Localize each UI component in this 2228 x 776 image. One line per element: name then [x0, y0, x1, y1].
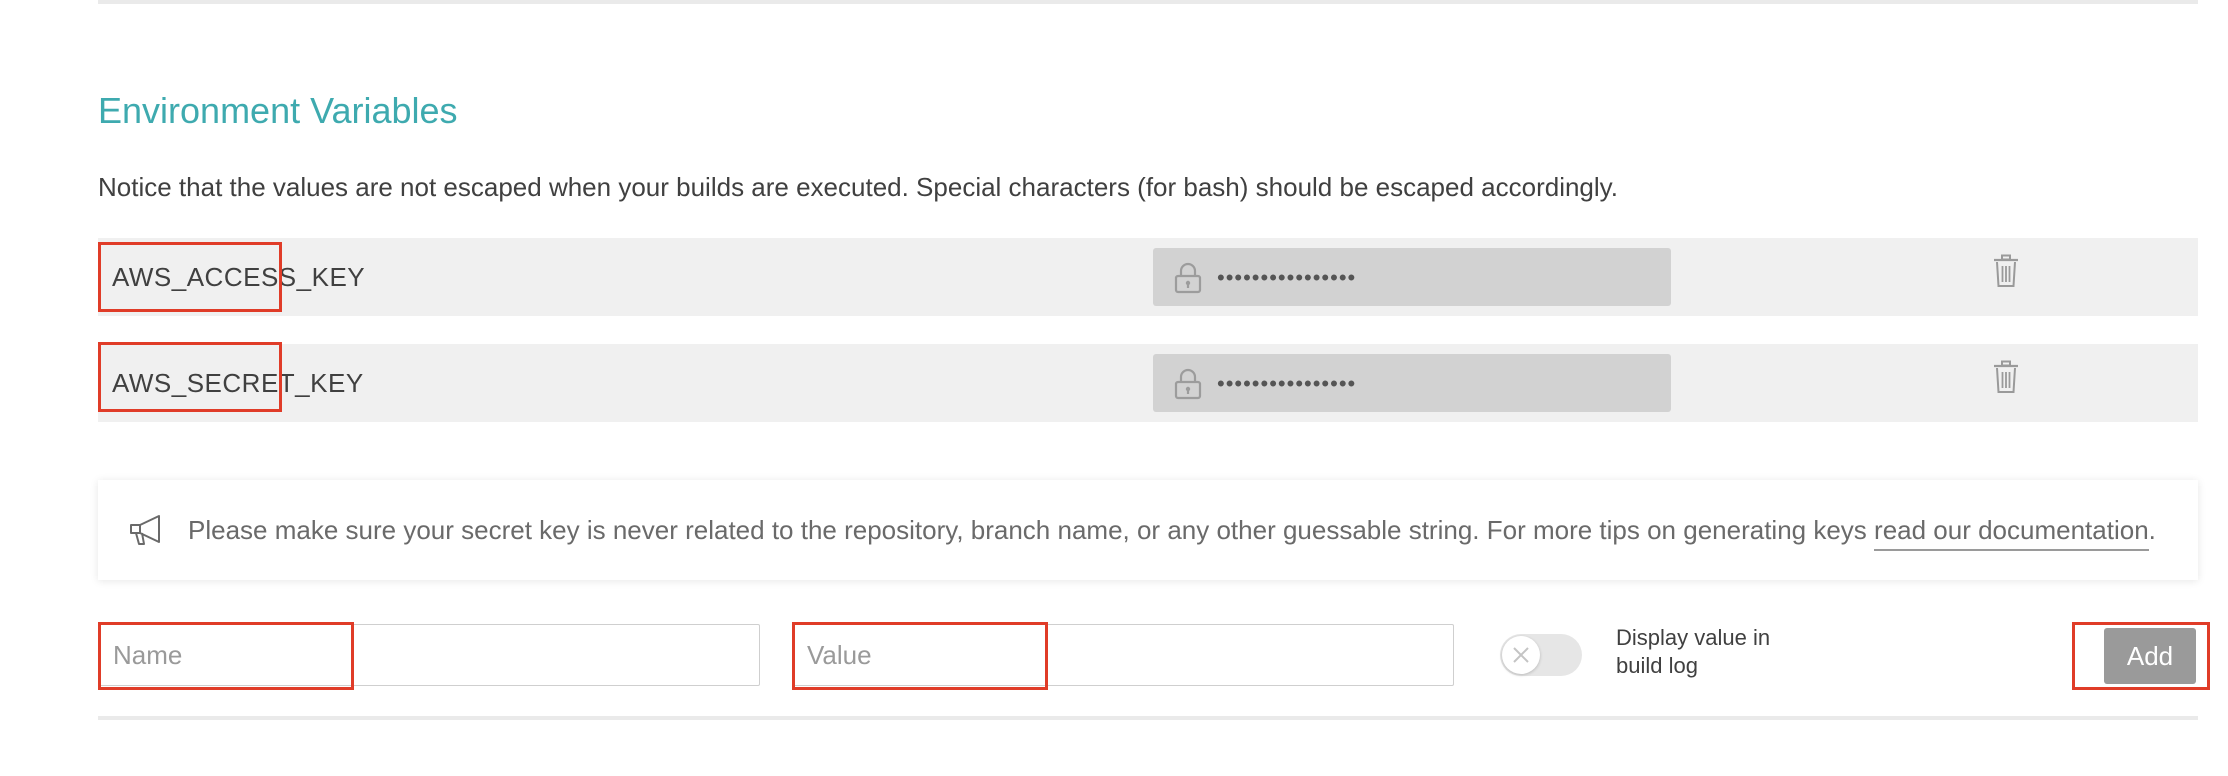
name-input[interactable] [98, 624, 760, 686]
tip-suffix: . [2148, 515, 2156, 545]
tip-text: Please make sure your secret key is neve… [188, 480, 2156, 580]
lock-icon [1174, 262, 1202, 294]
env-var-name: AWS_ACCESS_KEY [112, 262, 366, 292]
toggle-knob [1502, 636, 1540, 674]
top-divider [98, 0, 2198, 4]
megaphone-icon [130, 515, 160, 545]
escape-notice: Notice that the values are not escaped w… [98, 172, 1618, 202]
close-icon [1513, 647, 1529, 663]
add-button[interactable]: Add [2104, 628, 2196, 684]
env-var-row: AWS_SECRET_KEY •••••••••••••••• [98, 342, 2198, 422]
masked-value: •••••••••••••••• [1217, 371, 1357, 396]
env-var-name: AWS_SECRET_KEY [112, 368, 364, 398]
masked-value: •••••••••••••••• [1217, 265, 1357, 290]
tip-message: Please make sure your secret key is neve… [188, 515, 1875, 545]
value-input[interactable] [792, 624, 1454, 686]
display-value-toggle[interactable] [1500, 634, 1582, 676]
trash-icon[interactable] [1993, 360, 2019, 394]
section-title: Environment Variables [98, 90, 458, 131]
display-value-label: Display value in build log [1616, 625, 1771, 678]
lock-icon [1174, 368, 1202, 400]
security-tip: Please make sure your secret key is neve… [98, 480, 2198, 580]
env-var-value: •••••••••••••••• [1153, 354, 1671, 412]
env-vars-settings-page: Environment Variables Notice that the va… [0, 0, 2228, 776]
bottom-divider [98, 716, 2198, 720]
trash-icon[interactable] [1993, 254, 2019, 288]
env-var-row: AWS_ACCESS_KEY •••••••••••••••• [98, 238, 2198, 316]
env-var-value: •••••••••••••••• [1153, 248, 1671, 306]
documentation-link[interactable]: read our documentation [1874, 515, 2149, 551]
